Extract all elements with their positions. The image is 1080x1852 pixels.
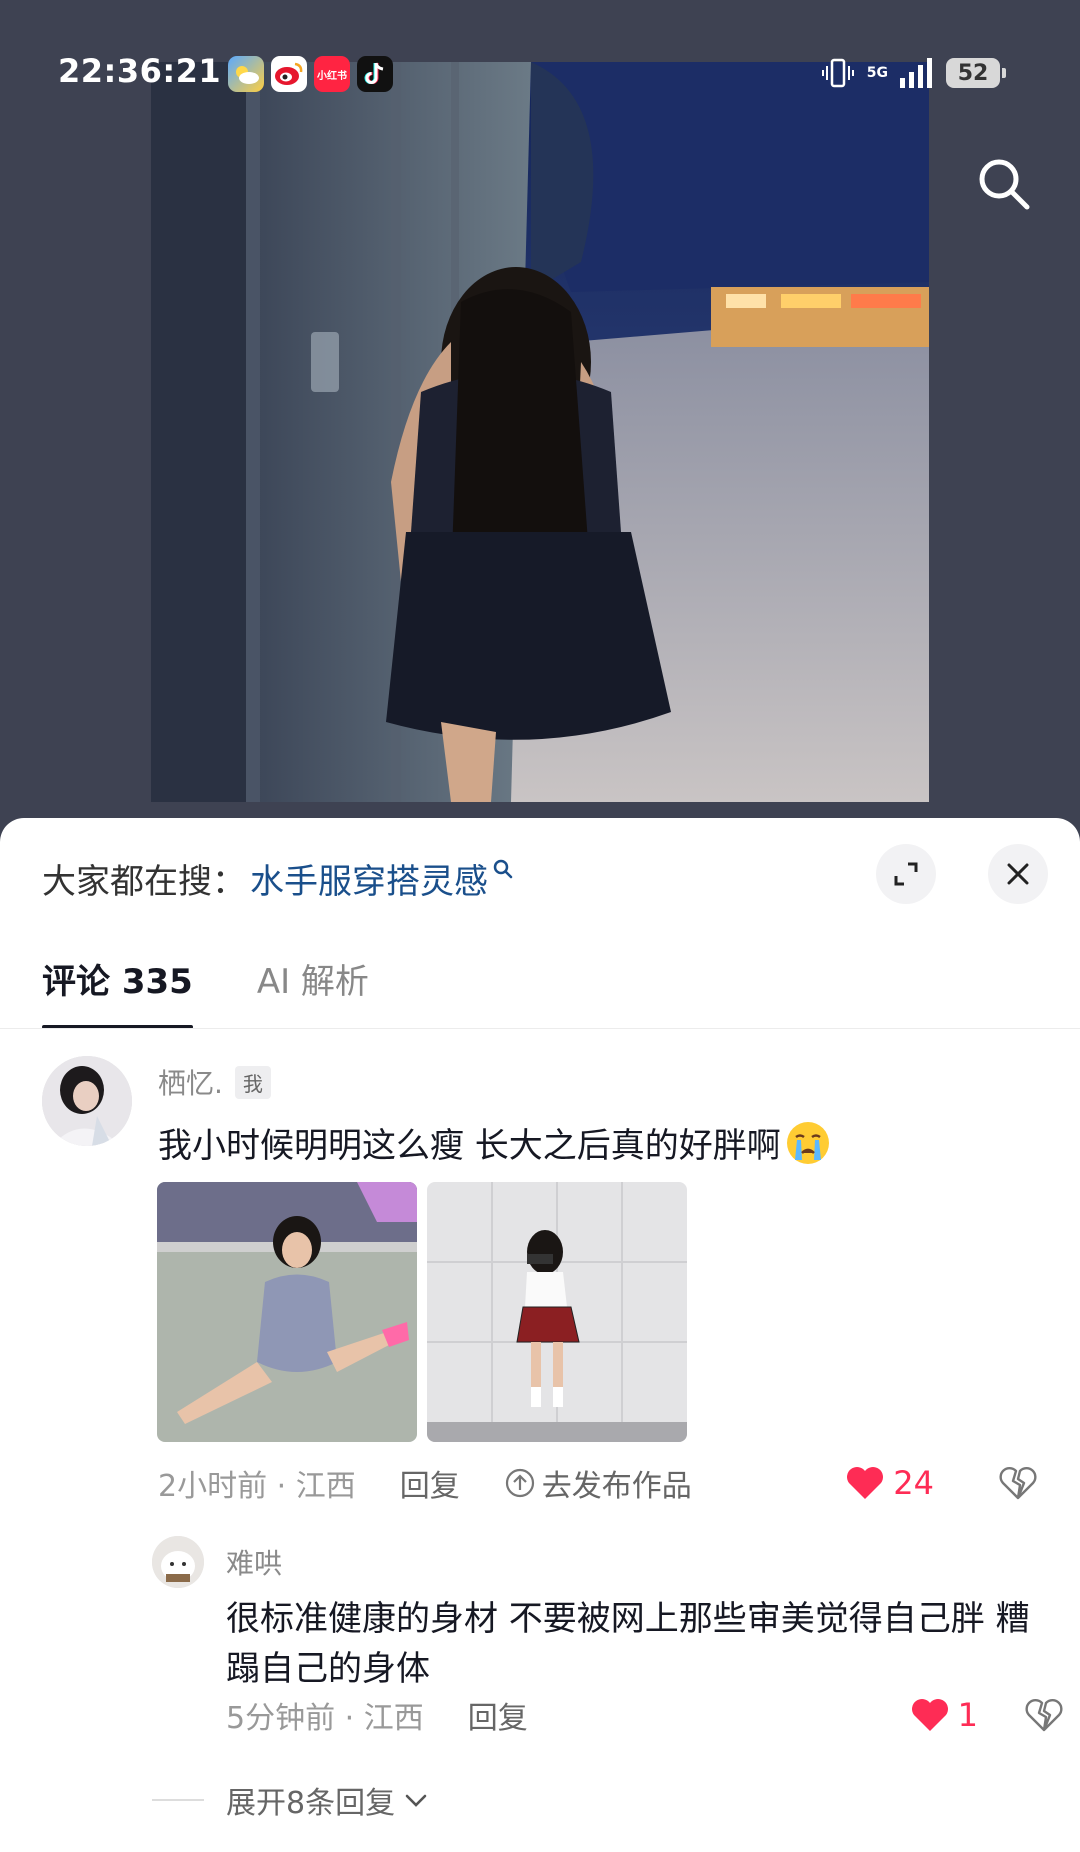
post-photo[interactable]	[151, 62, 929, 802]
crying-emoji-icon	[786, 1121, 829, 1164]
heart-icon	[847, 1467, 884, 1499]
comment-image-1[interactable]	[157, 1182, 417, 1442]
comment-like-count: 24	[893, 1464, 934, 1502]
upload-arrow-icon	[505, 1468, 534, 1498]
notification-app-icons: 小红书	[228, 56, 393, 92]
tiktok-app-icon	[357, 56, 393, 92]
expand-replies-button[interactable]: 展开8条回复	[152, 1778, 431, 1822]
system-status-icons: 5G 52	[821, 56, 1006, 90]
sheet-tabs: 评论 335 AI 解析	[42, 954, 369, 1029]
broken-heart-icon[interactable]	[998, 1463, 1038, 1503]
search-icon[interactable]	[976, 156, 1032, 212]
reply-username[interactable]: 难哄	[226, 1542, 282, 1582]
comment-like-button[interactable]: 24	[845, 1464, 934, 1502]
trending-query-link[interactable]: 水手服穿搭灵感	[250, 854, 488, 903]
reply-like-count: 1	[957, 1696, 978, 1734]
xiaohongshu-app-icon: 小红书	[314, 56, 350, 92]
reply-reply-button[interactable]: 回复	[468, 1693, 528, 1737]
reply-like-button[interactable]: 1	[910, 1696, 978, 1734]
comment-username[interactable]: 栖忆.	[158, 1062, 223, 1102]
battery-level: 52	[957, 60, 989, 86]
tabs-divider	[0, 1028, 1080, 1029]
chevron-down-icon	[405, 1794, 427, 1807]
signal-icon	[900, 58, 932, 88]
expand-replies-label: 展开8条回复	[226, 1786, 396, 1821]
tab-comments[interactable]: 评论 335	[42, 954, 193, 1029]
reply-text: 很标准健康的身材 不要被网上那些审美觉得自己胖 糟蹋自己的身体	[226, 1599, 1030, 1689]
battery-icon: 52	[946, 58, 1006, 88]
me-badge: 我	[234, 1065, 271, 1099]
mini-search-icon	[493, 859, 513, 878]
comment-text: 我小时候明明这么瘦 长大之后真的好胖啊	[158, 1126, 781, 1166]
status-time: 22:36:21	[58, 52, 222, 90]
reply-meta-row: 5分钟前 · 江西 回复 1	[226, 1690, 1063, 1740]
comment-username-row: 栖忆. 我	[158, 1062, 271, 1102]
tab-ai-analysis[interactable]: AI 解析	[257, 954, 369, 1029]
comment-text-row: 我小时候明明这么瘦 长大之后真的好胖啊	[158, 1118, 831, 1167]
heart-icon	[911, 1699, 948, 1731]
weather-app-icon	[228, 56, 264, 92]
vibrate-icon	[821, 58, 854, 88]
comments-sheet: 大家都在搜： 水手服穿搭灵感 评论 335 AI 解析 栖忆. 我 我小时候明明…	[0, 818, 1080, 1852]
network-type-label: 5G	[866, 65, 888, 81]
trending-search-bar[interactable]: 大家都在搜： 水手服穿搭灵感	[42, 854, 514, 903]
expand-sheet-button[interactable]	[876, 844, 936, 904]
trending-prefix: 大家都在搜：	[42, 862, 246, 902]
weibo-app-icon	[271, 56, 307, 92]
reply-avatar[interactable]	[152, 1536, 204, 1588]
comment-reply-button[interactable]: 回复	[400, 1461, 460, 1505]
expand-icon	[894, 862, 918, 886]
close-sheet-button[interactable]	[988, 844, 1048, 904]
comment-avatar[interactable]	[42, 1056, 132, 1146]
comment-time-location: 2小时前 · 江西	[158, 1469, 356, 1504]
expand-divider-line	[152, 1799, 204, 1801]
publish-work-label: 去发布作品	[541, 1469, 692, 1504]
publish-work-button[interactable]: 去发布作品	[504, 1461, 692, 1505]
comment-meta-row: 2小时前 · 江西 回复 去发布作品 24	[158, 1458, 1038, 1508]
comment-image-2[interactable]	[427, 1182, 687, 1442]
status-bar: 22:36:21 小红书 5G 52	[0, 0, 1080, 150]
reply-time-location: 5分钟前 · 江西	[226, 1701, 424, 1736]
broken-heart-icon[interactable]	[1024, 1695, 1064, 1735]
close-icon	[1007, 863, 1029, 885]
